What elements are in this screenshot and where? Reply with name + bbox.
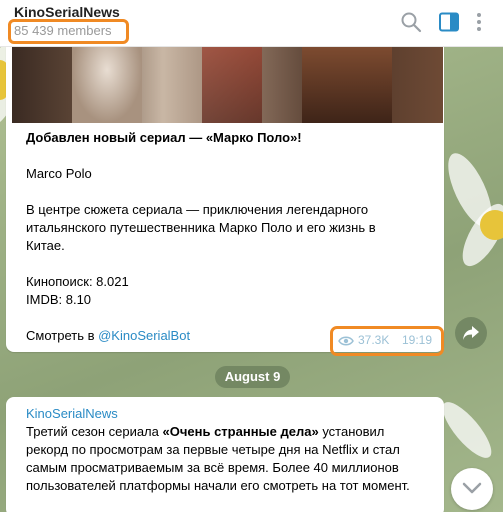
series-title: «Очень странные дела»: [162, 424, 319, 439]
member-count-highlight: [8, 19, 129, 44]
scroll-to-bottom-button[interactable]: [451, 468, 493, 510]
message-title: Добавлен новый сериал — «Марко Поло»!: [26, 130, 302, 145]
message-description-line: Китае.: [26, 238, 65, 253]
watch-line: Смотреть в @KinoSerialBot: [26, 327, 190, 345]
date-separator: August 9: [215, 366, 290, 388]
message-original-title: Marco Polo: [26, 166, 92, 181]
sidebar-toggle-icon[interactable]: [438, 11, 460, 33]
media-figure: [202, 47, 262, 123]
chevron-down-icon: [462, 482, 482, 494]
media-figure: [302, 47, 392, 123]
message-line: самым просматриваемым за всё время. Боле…: [26, 460, 399, 475]
eye-icon: [338, 336, 354, 346]
message-line: рекорд по просмотрам за первые четыре дн…: [26, 442, 400, 457]
share-icon: [463, 326, 479, 340]
message-line: пользователей платформы начали его смотр…: [26, 478, 410, 493]
wallpaper-petal: [435, 395, 499, 465]
message-author[interactable]: KinoSerialNews: [26, 405, 118, 423]
message-description-line: В центре сюжета сериала — приключения ле…: [26, 202, 369, 217]
message-description-line: итальянского путешественника Марко Поло …: [26, 220, 376, 235]
message-text-part: Третий сезон сериала: [26, 424, 163, 439]
channel-title[interactable]: KinoSerialNews: [14, 4, 120, 20]
message-media-image[interactable]: [12, 47, 443, 123]
wallpaper-flower: [480, 210, 503, 240]
kinopoisk-rating: Кинопоиск: 8.021: [26, 274, 129, 289]
media-figure: [72, 47, 142, 123]
view-count: 37.3K: [358, 333, 390, 347]
share-button[interactable]: [455, 317, 487, 349]
bot-link[interactable]: @KinoSerialBot: [98, 328, 190, 343]
imdb-rating: IMDB: 8.10: [26, 292, 92, 307]
more-vertical-icon[interactable]: [472, 11, 486, 33]
message-line: Третий сезон сериала «Очень странные дел…: [26, 423, 384, 441]
message-text-part: установил: [318, 424, 385, 439]
chat-header: KinoSerialNews 85 439 members: [0, 0, 503, 47]
search-icon[interactable]: [400, 11, 422, 33]
watch-prefix: Смотреть в: [26, 328, 99, 343]
message-time: 19:19: [402, 333, 433, 347]
